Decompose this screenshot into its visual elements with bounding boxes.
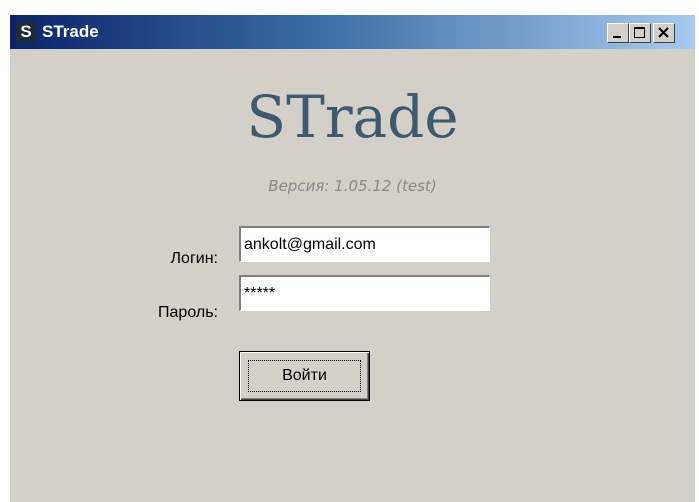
close-icon — [658, 27, 669, 38]
app-title: STrade — [246, 83, 459, 151]
login-window: S STrade STrade Версия: 1.05.12 (test) Л… — [10, 15, 695, 502]
login-button-label: Войти — [248, 360, 361, 392]
app-logo-icon: S — [16, 22, 36, 42]
minimize-icon — [613, 36, 621, 38]
title-bar[interactable]: S STrade — [10, 15, 695, 49]
maximize-button[interactable] — [629, 23, 651, 43]
window-title: STrade — [42, 22, 99, 41]
password-label: Пароль: — [158, 304, 218, 321]
maximize-icon — [634, 27, 645, 38]
minimize-button[interactable] — [607, 23, 629, 43]
login-label: Логин: — [170, 250, 218, 267]
password-input[interactable] — [239, 275, 490, 311]
close-button[interactable] — [653, 23, 675, 43]
login-input[interactable] — [239, 226, 490, 262]
login-button[interactable]: Войти — [239, 351, 370, 401]
version-label: Версия: 1.05.12 (test) — [268, 177, 437, 195]
